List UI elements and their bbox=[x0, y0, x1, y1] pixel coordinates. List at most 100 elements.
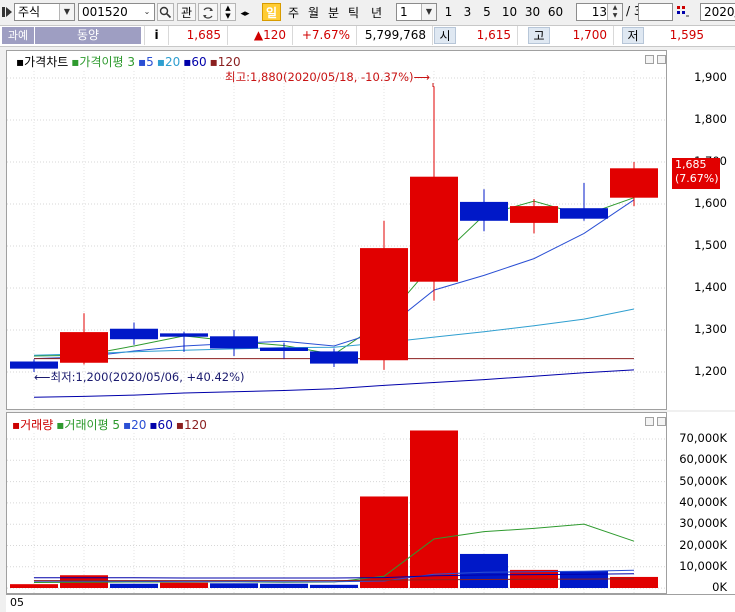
date-label: 05 bbox=[10, 596, 24, 609]
period-tab-0[interactable]: 일 bbox=[262, 3, 281, 21]
quick-number-5[interactable]: 60 bbox=[545, 3, 566, 21]
quick-number-3[interactable]: 10 bbox=[499, 3, 520, 21]
volume-bar bbox=[310, 584, 358, 588]
volume-bar bbox=[10, 584, 58, 588]
price-change: ▲120 bbox=[228, 26, 293, 45]
volume-axis-tick: 50,000K bbox=[679, 473, 727, 488]
candle-body bbox=[60, 332, 108, 363]
low-annotation: ⟵최저:1,200(2020/05/06, +40.42%) bbox=[34, 370, 245, 384]
candle-body bbox=[160, 333, 208, 337]
change-percent: +7.67% bbox=[293, 26, 357, 45]
reload-icon bbox=[203, 7, 213, 19]
count-input[interactable]: 13 ▲ ▼ bbox=[576, 3, 623, 21]
volume-bar bbox=[360, 496, 408, 588]
volume-axis-tick: 10,000K bbox=[679, 558, 727, 573]
period-tab-1[interactable]: 주 bbox=[284, 3, 303, 21]
date-input[interactable]: 2020/ bbox=[700, 3, 735, 21]
price-chart-canvas bbox=[7, 71, 666, 409]
candle-body bbox=[560, 208, 608, 219]
volume-axis-tick: 60,000K bbox=[679, 452, 727, 467]
volume-axis-tick: 20,000K bbox=[679, 537, 727, 552]
market-select[interactable]: 주식 ▼ bbox=[14, 3, 75, 21]
stock-code-input[interactable]: 001520 ⌄ bbox=[78, 3, 155, 21]
volume-bar bbox=[410, 430, 458, 588]
candle-body bbox=[260, 347, 308, 351]
info-icon[interactable]: i bbox=[144, 26, 169, 45]
quick-number-1[interactable]: 3 bbox=[459, 3, 476, 21]
candle-body bbox=[360, 248, 408, 361]
warning-badge: 과예 bbox=[2, 27, 34, 44]
interval-value: 1 bbox=[400, 5, 408, 19]
high-label: 고 bbox=[528, 27, 550, 44]
price-axis-tick: 1,300 bbox=[694, 322, 727, 336]
period-tab-5[interactable]: 년 bbox=[367, 3, 386, 21]
volume-bar bbox=[460, 553, 508, 588]
spin-icon[interactable]: ▲ ▼ bbox=[607, 4, 622, 20]
candle-body bbox=[610, 168, 658, 198]
high-annotation: 최고:1,880(2020/05/18, -10.37%)⟶ bbox=[225, 70, 431, 84]
price-axis-tick: 1,900 bbox=[694, 70, 727, 84]
high-price: 1,700 bbox=[550, 26, 614, 45]
toolbar: 주식 ▼ 001520 ⌄ 관 ▲ ▼ ◂▸ 일주월분틱년 1 ▼ 1 3 5 10 30… bbox=[0, 0, 735, 24]
price-axis-tick: 1,800 bbox=[694, 112, 727, 126]
quick-number-2[interactable]: 5 bbox=[478, 3, 496, 21]
volume-bar bbox=[160, 582, 208, 588]
period-tab-4[interactable]: 틱 bbox=[344, 3, 363, 21]
open-price: 1,615 bbox=[456, 26, 518, 45]
price-axis: 1,9001,8001,7001,6001,5001,4001,3001,200 bbox=[667, 50, 735, 410]
current-price-tag: 1,685 (7.67%) bbox=[672, 158, 720, 189]
chevron-down-icon[interactable]: ▼ bbox=[59, 4, 74, 20]
count-value: 13 bbox=[591, 5, 607, 19]
chart-setting-icon[interactable] bbox=[676, 4, 690, 20]
volume-axis-tick: 40,000K bbox=[679, 494, 727, 509]
volume-chart-pane[interactable]: ▪거래량 ▪거래이평 5 ▪20 ▪60 ▪120 bbox=[6, 412, 667, 594]
quote-bar: 과예 동양 i 1,685 ▲120 +7.67% 5,799,768 시 1,… bbox=[0, 25, 735, 47]
more-icon[interactable]: ◂▸ bbox=[238, 3, 252, 21]
quick-number-0[interactable]: 1 bbox=[440, 3, 457, 21]
current-price-tag-value: 1,685 bbox=[675, 158, 707, 171]
low-price: 1,595 bbox=[669, 28, 704, 42]
related-button[interactable]: 관 bbox=[177, 3, 196, 21]
current-price: 1,685 bbox=[168, 26, 228, 45]
candle-body bbox=[210, 336, 258, 349]
stock-code-value: 001520 bbox=[82, 5, 128, 19]
up-down-icon: ▲ ▼ bbox=[225, 4, 231, 20]
volume-chart-canvas bbox=[7, 430, 666, 593]
volume-bar bbox=[260, 583, 308, 588]
market-select-value: 주식 bbox=[18, 5, 41, 19]
volume-axis-tick: 0K bbox=[712, 580, 727, 595]
screen-link-icon[interactable] bbox=[2, 6, 12, 18]
stock-name: 동양 bbox=[35, 27, 141, 44]
date-value: 2020/ bbox=[704, 5, 735, 19]
price-axis-tick: 1,400 bbox=[694, 280, 727, 294]
price-axis-tick: 1,600 bbox=[694, 196, 727, 210]
chevron-down-icon[interactable]: ▼ bbox=[421, 4, 436, 20]
period-tab-3[interactable]: 분 bbox=[324, 3, 343, 21]
current-price-tag-pct: (7.67%) bbox=[675, 172, 719, 185]
open-label: 시 bbox=[434, 27, 456, 44]
trade-volume: 5,799,768 bbox=[357, 26, 433, 45]
chevron-down-icon[interactable]: ⌄ bbox=[140, 4, 154, 20]
candle-body bbox=[110, 328, 158, 340]
price-axis-tick: 1,200 bbox=[694, 364, 727, 378]
candle-body bbox=[310, 351, 358, 364]
date-axis: 05 bbox=[6, 594, 735, 612]
search-button[interactable] bbox=[157, 3, 174, 21]
volume-axis-tick: 30,000K bbox=[679, 516, 727, 531]
volume-bar bbox=[210, 583, 258, 588]
candle-body bbox=[460, 201, 508, 221]
interval-select[interactable]: 1 ▼ bbox=[396, 3, 437, 21]
volume-axis-tick: 70,000K bbox=[679, 431, 727, 445]
candle-body bbox=[10, 361, 58, 369]
volume-axis: 70,000K 60,000K 50,000K 40,000K 30,000K 20,00… bbox=[667, 412, 735, 594]
price-chart-pane[interactable]: ▪가격차트 ▪가격이평 3 ▪5 ▪20 ▪60 ▪120 최고:1,880(2020/0… bbox=[6, 50, 667, 410]
price-axis-tick: 1,500 bbox=[694, 238, 727, 252]
quick-number-4[interactable]: 30 bbox=[522, 3, 543, 21]
stepper-button[interactable]: ▲ ▼ bbox=[220, 3, 236, 21]
candle-body bbox=[510, 206, 558, 223]
reload-button[interactable] bbox=[198, 3, 218, 21]
volume-bar bbox=[110, 583, 158, 588]
low-label: 저 bbox=[622, 27, 644, 44]
total-count-box bbox=[638, 3, 673, 21]
period-tab-2[interactable]: 월 bbox=[304, 3, 323, 21]
